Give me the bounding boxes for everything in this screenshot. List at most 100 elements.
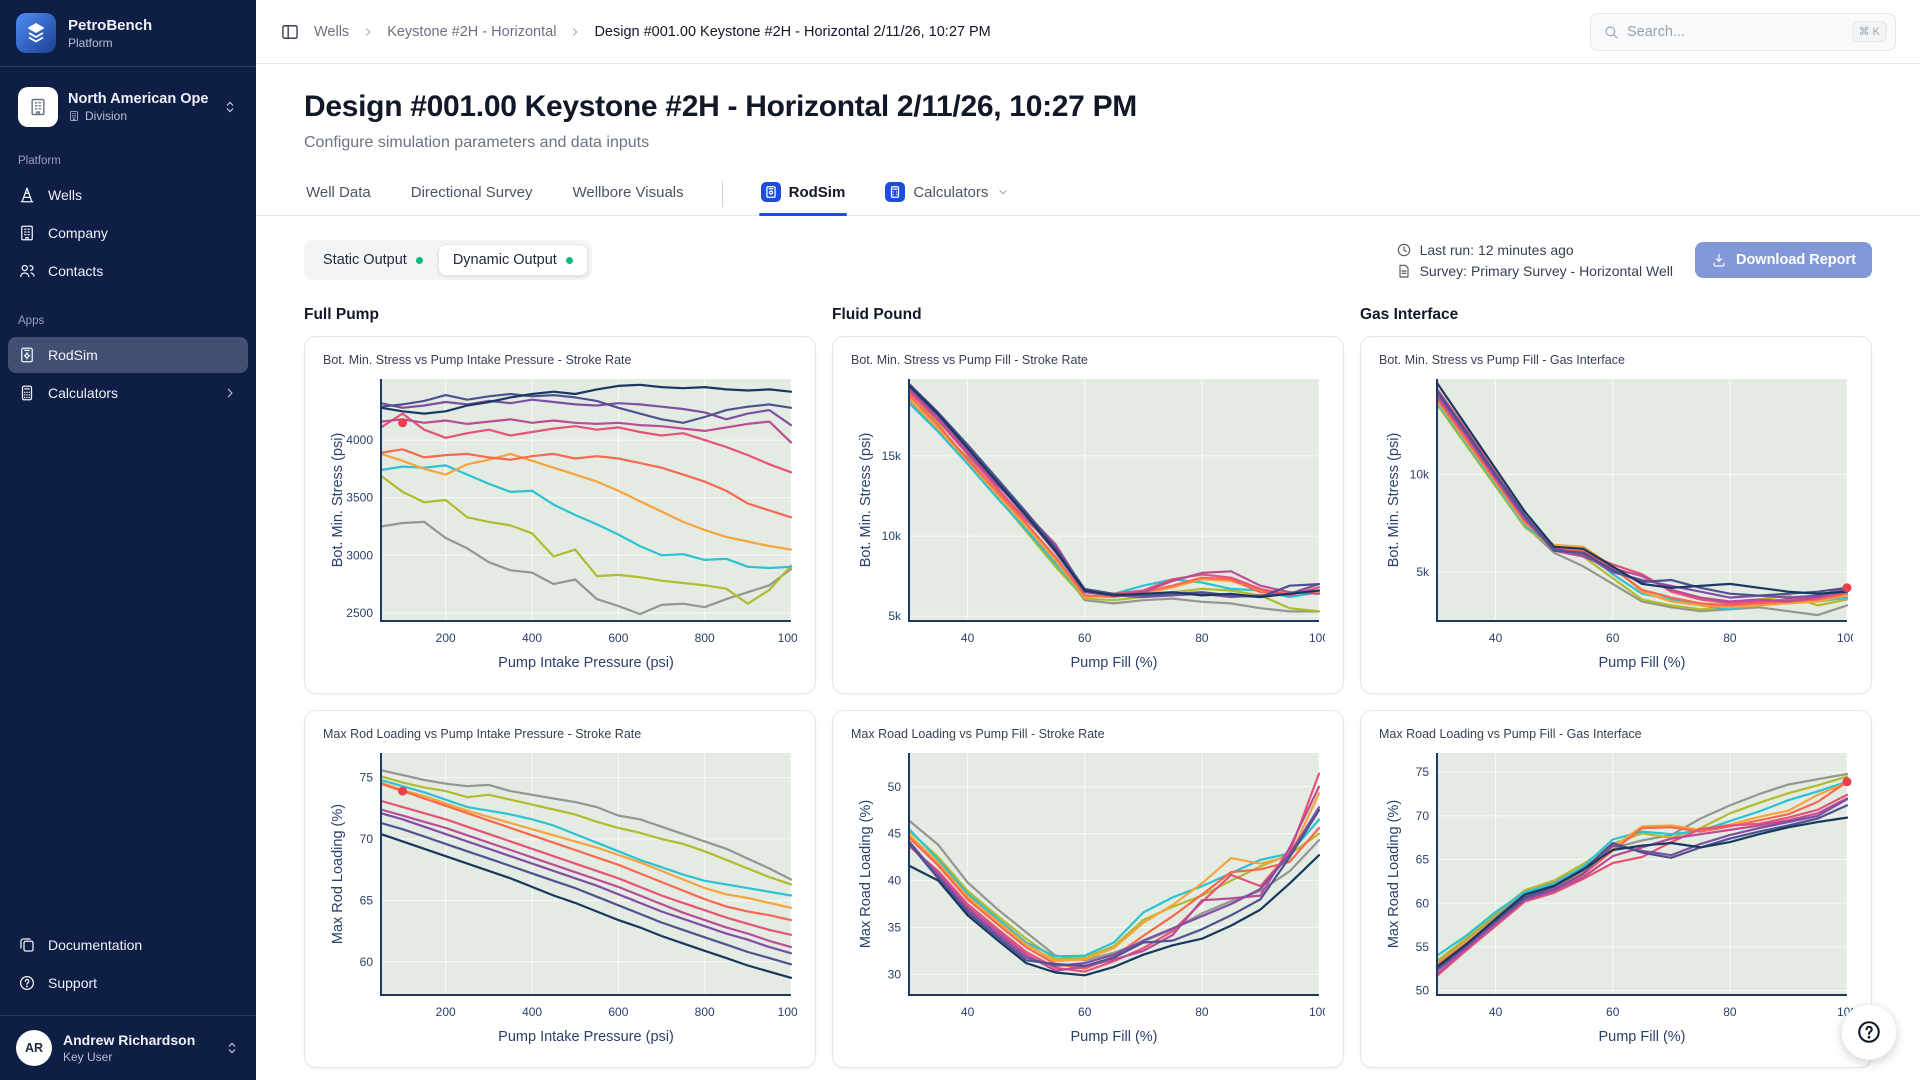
search-icon <box>1603 24 1619 40</box>
svg-text:65: 65 <box>360 893 374 907</box>
svg-text:40: 40 <box>961 1005 975 1019</box>
svg-text:Pump Intake Pressure (psi): Pump Intake Pressure (psi) <box>498 1029 674 1045</box>
app-title: PetroBench <box>68 17 152 34</box>
svg-text:400: 400 <box>522 1005 542 1019</box>
sidebar-item-label: Contacts <box>48 263 103 279</box>
svg-text:Bot. Min. Stress (psi): Bot. Min. Stress (psi) <box>330 433 346 568</box>
chart-canvas: 406080100505560657075Pump Fill (%)Max Ro… <box>1379 747 1853 1047</box>
column-headers: Full PumpFluid PoundGas Interface <box>304 306 1872 324</box>
tab-directional-survey[interactable]: Directional Survey <box>409 174 535 214</box>
tab-wellbore-visuals[interactable]: Wellbore Visuals <box>570 174 685 214</box>
svg-text:1000: 1000 <box>778 1005 797 1019</box>
chart-canvas: 4060801003035404550Pump Fill (%)Max Road… <box>851 747 1325 1047</box>
svg-text:30: 30 <box>888 967 902 981</box>
charts-grid: Bot. Min. Stress vs Pump Intake Pressure… <box>304 336 1872 1068</box>
segment-dynamic-output[interactable]: Dynamic Output <box>438 244 588 276</box>
chevron-right-icon <box>361 25 375 39</box>
svg-text:600: 600 <box>608 1005 628 1019</box>
support-icon <box>18 974 36 992</box>
help-button[interactable] <box>1841 1004 1897 1060</box>
breadcrumb-item: Design #001.00 Keystone #2H - Horizontal… <box>594 24 990 40</box>
breadcrumb-item[interactable]: Wells <box>314 24 349 40</box>
segment-label: Dynamic Output <box>453 252 557 268</box>
app-subtitle: Platform <box>68 36 152 50</box>
org-switcher[interactable]: North American Opera Division <box>12 83 244 131</box>
tab-divider <box>722 181 723 207</box>
sidebar-item-calculators[interactable]: Calculators <box>8 375 248 411</box>
sidebar-toggle-button[interactable] <box>280 22 300 42</box>
svg-text:80: 80 <box>1195 1005 1209 1019</box>
segment-static-output[interactable]: Static Output <box>308 244 438 276</box>
svg-text:Pump Fill (%): Pump Fill (%) <box>1070 655 1157 671</box>
tab-well-data[interactable]: Well Data <box>304 174 373 214</box>
sidebar-item-wells[interactable]: Wells <box>8 177 248 213</box>
svg-text:35: 35 <box>888 921 902 935</box>
search-box[interactable]: ⌘ K <box>1590 13 1896 51</box>
tab-rodsim[interactable]: RodSim <box>759 172 848 215</box>
svg-text:60: 60 <box>1606 631 1620 645</box>
chart-title: Max Road Loading vs Pump Fill - Stroke R… <box>851 727 1325 741</box>
svg-text:60: 60 <box>1078 1005 1092 1019</box>
chart-title: Max Rod Loading vs Pump Intake Pressure … <box>323 727 797 741</box>
chart-card: Bot. Min. Stress vs Pump Intake Pressure… <box>304 336 816 694</box>
svg-text:45: 45 <box>888 827 902 841</box>
search-shortcut-badge: ⌘ K <box>1852 21 1887 42</box>
svg-text:5k: 5k <box>1416 565 1430 579</box>
chevrons-up-down-icon <box>224 1040 240 1056</box>
org-name: North American Opera <box>68 91 208 107</box>
output-mode-switch: Static Output Dynamic Output <box>304 240 592 280</box>
petrobench-logo-icon <box>16 13 56 53</box>
svg-text:600: 600 <box>608 631 628 645</box>
svg-text:200: 200 <box>436 1005 456 1019</box>
chart-canvas: 200400600800100060657075Pump Intake Pres… <box>323 747 797 1047</box>
status-dot <box>416 257 423 264</box>
contacts-icon <box>18 262 36 280</box>
sidebar-item-support[interactable]: Support <box>8 965 248 1001</box>
breadcrumb-item[interactable]: Keystone #2H - Horizontal <box>387 24 556 40</box>
user-menu[interactable]: AR Andrew Richardson Key User <box>0 1015 256 1080</box>
sidebar-item-company[interactable]: Company <box>8 215 248 251</box>
svg-text:5k: 5k <box>888 609 902 623</box>
sidebar-item-label: Wells <box>48 187 82 203</box>
svg-text:70: 70 <box>1416 809 1430 823</box>
status-dot <box>566 257 573 264</box>
tab-label: RodSim <box>789 184 846 201</box>
svg-text:80: 80 <box>1195 631 1209 645</box>
chart-card: Max Rod Loading vs Pump Intake Pressure … <box>304 710 816 1068</box>
search-input[interactable] <box>1627 24 1844 40</box>
org-building-icon <box>18 87 58 127</box>
documentation-icon <box>18 936 36 954</box>
page-subtitle: Configure simulation parameters and data… <box>304 134 1872 152</box>
chevron-right-icon <box>222 385 238 401</box>
tab-label: Wellbore Visuals <box>572 184 683 201</box>
svg-text:Max Rod Loading (%): Max Rod Loading (%) <box>330 804 346 944</box>
sidebar-item-label: RodSim <box>48 347 98 363</box>
svg-text:40: 40 <box>961 631 975 645</box>
sidebar-item-contacts[interactable]: Contacts <box>8 253 248 289</box>
survey-file-icon <box>1396 263 1412 279</box>
svg-text:10k: 10k <box>1410 468 1430 482</box>
svg-text:Pump Fill (%): Pump Fill (%) <box>1598 1029 1685 1045</box>
svg-text:2500: 2500 <box>346 606 373 620</box>
column-header-gas-interface: Gas Interface <box>1360 306 1872 324</box>
tab-calculators[interactable]: Calculators <box>883 172 1012 215</box>
svg-text:75: 75 <box>360 771 374 785</box>
sidebar-item-documentation[interactable]: Documentation <box>8 927 248 963</box>
svg-text:Max Road Loading (%): Max Road Loading (%) <box>1386 800 1402 948</box>
chart-canvas: 4060801005k10kPump Fill (%)Bot. Min. Str… <box>1379 373 1853 673</box>
sidebar-item-label: Documentation <box>48 937 142 953</box>
sidebar-item-rodsim[interactable]: RodSim <box>8 337 248 373</box>
calculator-tab-icon <box>885 182 905 202</box>
svg-text:400: 400 <box>522 631 542 645</box>
svg-text:1000: 1000 <box>778 631 797 645</box>
output-toolbar: Static OutputDynamic Output Last run: 12… <box>304 240 1872 280</box>
user-role: Key User <box>63 1050 195 1064</box>
svg-text:100: 100 <box>1309 1005 1325 1019</box>
download-report-button[interactable]: Download Report <box>1695 242 1872 278</box>
svg-text:65: 65 <box>1416 853 1430 867</box>
svg-text:50: 50 <box>888 780 902 794</box>
survey-text: Survey: Primary Survey - Horizontal Well <box>1420 263 1673 279</box>
rodsim-icon <box>18 346 36 364</box>
svg-text:50: 50 <box>1416 984 1430 998</box>
help-icon <box>1856 1019 1882 1045</box>
